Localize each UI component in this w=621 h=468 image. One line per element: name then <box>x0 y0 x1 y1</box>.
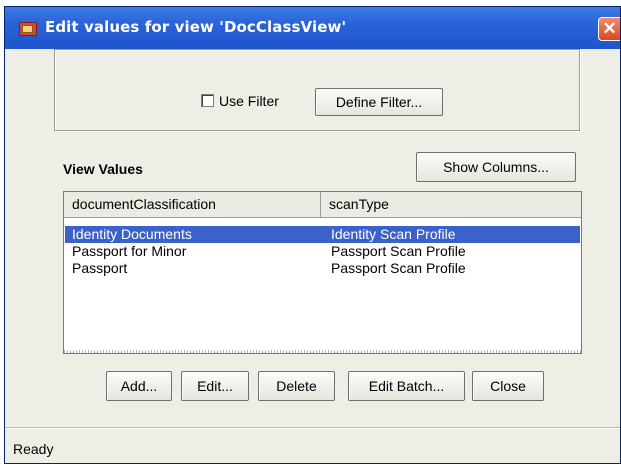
define-filter-button[interactable]: Define Filter... <box>315 88 443 116</box>
status-text: Ready <box>13 441 54 457</box>
use-filter-label[interactable]: Use Filter <box>219 93 279 109</box>
close-button[interactable]: Close <box>472 371 544 401</box>
table-header: documentClassification scanType <box>64 192 581 218</box>
table-row[interactable]: Passport for Minor Passport Scan Profile <box>65 243 580 260</box>
table-body: Identity Documents Identity Scan Profile… <box>65 226 580 277</box>
status-bar: Ready <box>5 427 620 464</box>
table-cell: Passport <box>72 260 128 276</box>
table-row[interactable]: Identity Documents Identity Scan Profile <box>65 226 580 243</box>
edit-batch-button[interactable]: Edit Batch... <box>348 371 465 401</box>
table-cell: Identity Documents <box>72 226 192 242</box>
dialog-window: Edit values for view 'DocClassView' ✕ Us… <box>4 6 621 464</box>
use-filter-checkbox[interactable] <box>201 94 214 107</box>
table-cell: Passport Scan Profile <box>331 243 466 259</box>
view-values-label: View Values <box>63 161 143 177</box>
table-cell: Identity Scan Profile <box>331 226 456 242</box>
delete-button[interactable]: Delete <box>258 371 335 401</box>
app-window-icon <box>19 22 37 36</box>
table-cell: Passport Scan Profile <box>331 260 466 276</box>
show-columns-button[interactable]: Show Columns... <box>416 152 576 182</box>
add-button[interactable]: Add... <box>106 371 172 401</box>
window-title: Edit values for view 'DocClassView' <box>45 18 347 36</box>
column-header-scanType[interactable]: scanType <box>321 192 579 217</box>
close-icon[interactable]: ✕ <box>598 17 620 41</box>
filter-group: Use Filter Define Filter... <box>54 49 580 131</box>
table-cell: Passport for Minor <box>72 243 187 259</box>
title-bar[interactable]: Edit values for view 'DocClassView' ✕ <box>5 7 620 49</box>
table-row[interactable]: Passport Passport Scan Profile <box>65 260 580 277</box>
column-header-documentClassification[interactable]: documentClassification <box>64 192 321 217</box>
view-values-table: documentClassification scanType Identity… <box>63 191 582 354</box>
edit-button[interactable]: Edit... <box>181 371 249 401</box>
table-bottom-edge <box>64 350 581 353</box>
